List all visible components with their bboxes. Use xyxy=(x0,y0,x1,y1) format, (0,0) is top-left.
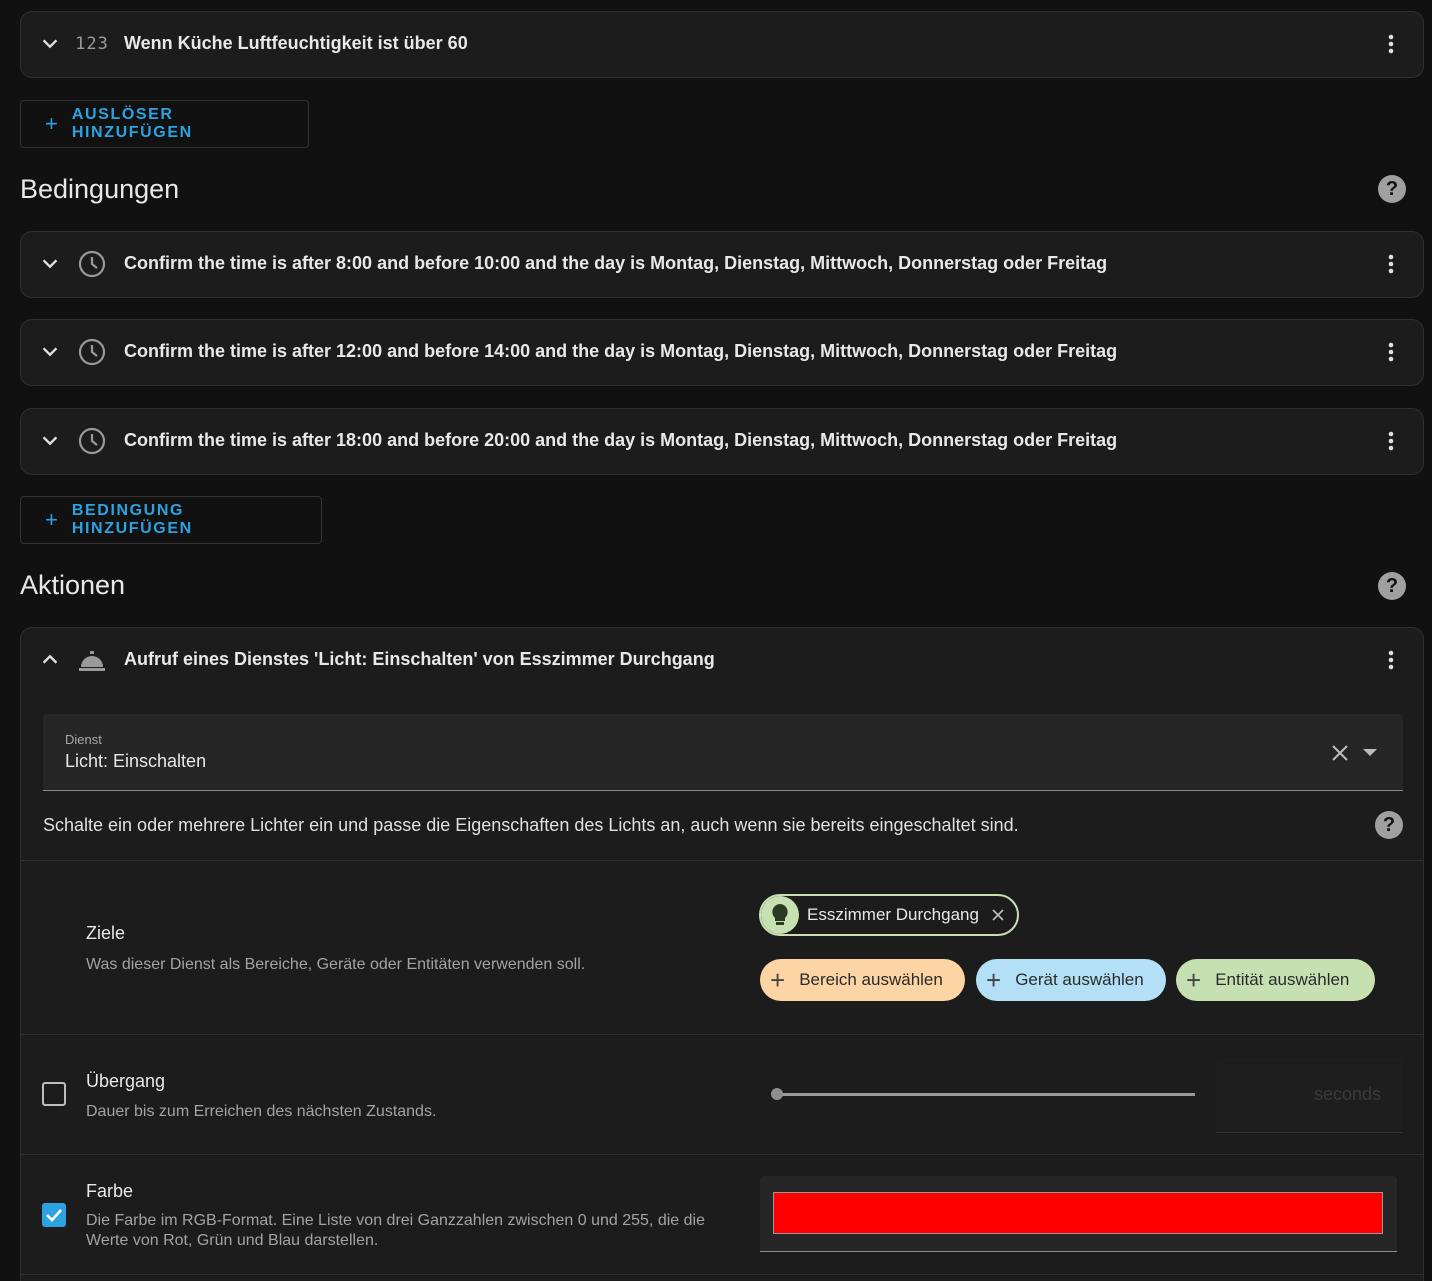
condition-header-3[interactable]: Confirm the time is after 18:00 and befo… xyxy=(21,409,1423,473)
condition-header-2[interactable]: Confirm the time is after 12:00 and befo… xyxy=(21,320,1423,384)
more-vert-icon[interactable] xyxy=(1379,32,1403,56)
transition-seconds-input[interactable]: seconds xyxy=(1216,1058,1403,1133)
conditions-help-icon[interactable]: ? xyxy=(1378,175,1406,203)
plus-icon: + xyxy=(45,111,58,136)
color-swatch[interactable] xyxy=(773,1192,1383,1234)
chevron-down-icon[interactable] xyxy=(39,430,61,452)
device-select-button[interactable]: + Gerät auswählen xyxy=(976,959,1166,1001)
trigger-header[interactable]: 123 Wenn Küche Luftfeuchtigkeit ist über… xyxy=(21,12,1423,76)
condition-card-3[interactable]: Confirm the time is after 18:00 and befo… xyxy=(20,408,1424,475)
color-picker-field[interactable] xyxy=(760,1176,1397,1252)
chevron-down-icon[interactable] xyxy=(39,341,61,363)
color-title: Farbe xyxy=(86,1181,134,1201)
targets-title: Ziele xyxy=(86,923,126,943)
entity-select-button[interactable]: + Entität auswählen xyxy=(1176,959,1375,1001)
add-condition-label: BEDINGUNG HINZUFÜGEN xyxy=(71,502,193,537)
targets-description: Was dieser Dienst als Bereiche, Geräte o… xyxy=(86,956,586,973)
plus-icon: + xyxy=(770,965,786,995)
room-service-icon xyxy=(79,651,105,671)
service-value: Licht: Einschalten xyxy=(65,751,207,771)
remove-icon[interactable] xyxy=(991,908,1005,922)
chevron-down-icon[interactable] xyxy=(39,33,61,55)
actions-help-icon[interactable]: ? xyxy=(1378,572,1406,600)
divider xyxy=(21,1034,1423,1035)
divider xyxy=(21,860,1423,861)
action-title: Aufruf eines Dienstes 'Licht: Einschalte… xyxy=(124,649,715,669)
add-trigger-button[interactable]: + AUSLÖSER HINZUFÜGEN xyxy=(20,100,309,148)
clock-icon xyxy=(78,250,106,278)
area-select-label: Bereich auswählen xyxy=(799,970,943,989)
check-icon xyxy=(46,1209,62,1222)
seconds-unit: seconds xyxy=(1313,1084,1381,1104)
clock-icon xyxy=(78,427,106,455)
transition-checkbox[interactable] xyxy=(42,1082,66,1106)
chevron-down-icon[interactable] xyxy=(39,253,61,275)
numeric-icon: 123 xyxy=(75,34,109,54)
clock-icon xyxy=(78,338,106,366)
transition-title: Übergang xyxy=(86,1071,166,1091)
service-label: Dienst xyxy=(65,732,102,747)
divider xyxy=(21,1154,1423,1155)
more-vert-icon[interactable] xyxy=(1379,648,1403,672)
more-vert-icon[interactable] xyxy=(1379,429,1403,453)
lightbulb-icon xyxy=(761,896,799,934)
condition-title: Confirm the time is after 18:00 and befo… xyxy=(124,430,1118,450)
condition-header-1[interactable]: Confirm the time is after 8:00 and befor… xyxy=(21,232,1423,296)
add-trigger-label: AUSLÖSER HINZUFÜGEN xyxy=(71,106,193,141)
color-checkbox[interactable] xyxy=(42,1203,66,1227)
selected-entity-name: Esszimmer Durchgang xyxy=(807,905,979,924)
transition-slider-thumb[interactable] xyxy=(771,1088,783,1100)
action-header[interactable]: Aufruf eines Dienstes 'Licht: Einschalte… xyxy=(21,628,1423,692)
more-vert-icon[interactable] xyxy=(1379,340,1403,364)
condition-card-2[interactable]: Confirm the time is after 12:00 and befo… xyxy=(20,319,1424,386)
chevron-up-icon[interactable] xyxy=(39,649,61,671)
plus-icon: + xyxy=(1186,965,1202,995)
plus-icon: + xyxy=(986,965,1002,995)
clear-icon[interactable] xyxy=(1329,742,1351,764)
condition-card-1[interactable]: Confirm the time is after 8:00 and befor… xyxy=(20,231,1424,298)
color-description: Die Farbe im RGB-Format. Eine Liste von … xyxy=(86,1212,705,1249)
add-condition-button[interactable]: + BEDINGUNG HINZUFÜGEN xyxy=(20,496,322,544)
plus-icon: + xyxy=(45,507,58,532)
actions-heading: Aktionen xyxy=(20,570,126,600)
condition-title: Confirm the time is after 12:00 and befo… xyxy=(124,341,1118,361)
trigger-card[interactable]: 123 Wenn Küche Luftfeuchtigkeit ist über… xyxy=(20,11,1424,78)
area-select-button[interactable]: + Bereich auswählen xyxy=(760,959,965,1001)
service-help-icon[interactable]: ? xyxy=(1375,811,1403,839)
condition-title: Confirm the time is after 8:00 and befor… xyxy=(124,253,1108,273)
device-select-label: Gerät auswählen xyxy=(1015,970,1144,989)
transition-slider-track[interactable] xyxy=(781,1093,1195,1096)
trigger-title: Wenn Küche Luftfeuchtigkeit ist über 60 xyxy=(124,33,468,53)
action-card: Aufruf eines Dienstes 'Licht: Einschalte… xyxy=(20,627,1424,1281)
selected-entity-chip[interactable]: Esszimmer Durchgang xyxy=(759,894,1019,936)
service-description: Schalte ein oder mehrere Lichter ein und… xyxy=(43,815,1019,835)
service-select[interactable]: Dienst Licht: Einschalten xyxy=(43,714,1403,791)
divider xyxy=(21,1274,1423,1275)
entity-select-label: Entität auswählen xyxy=(1215,970,1350,989)
conditions-heading: Bedingungen xyxy=(20,174,180,204)
transition-description: Dauer bis zum Erreichen des nächsten Zus… xyxy=(86,1103,437,1120)
more-vert-icon[interactable] xyxy=(1379,252,1403,276)
dropdown-arrow-icon[interactable] xyxy=(1363,749,1377,756)
